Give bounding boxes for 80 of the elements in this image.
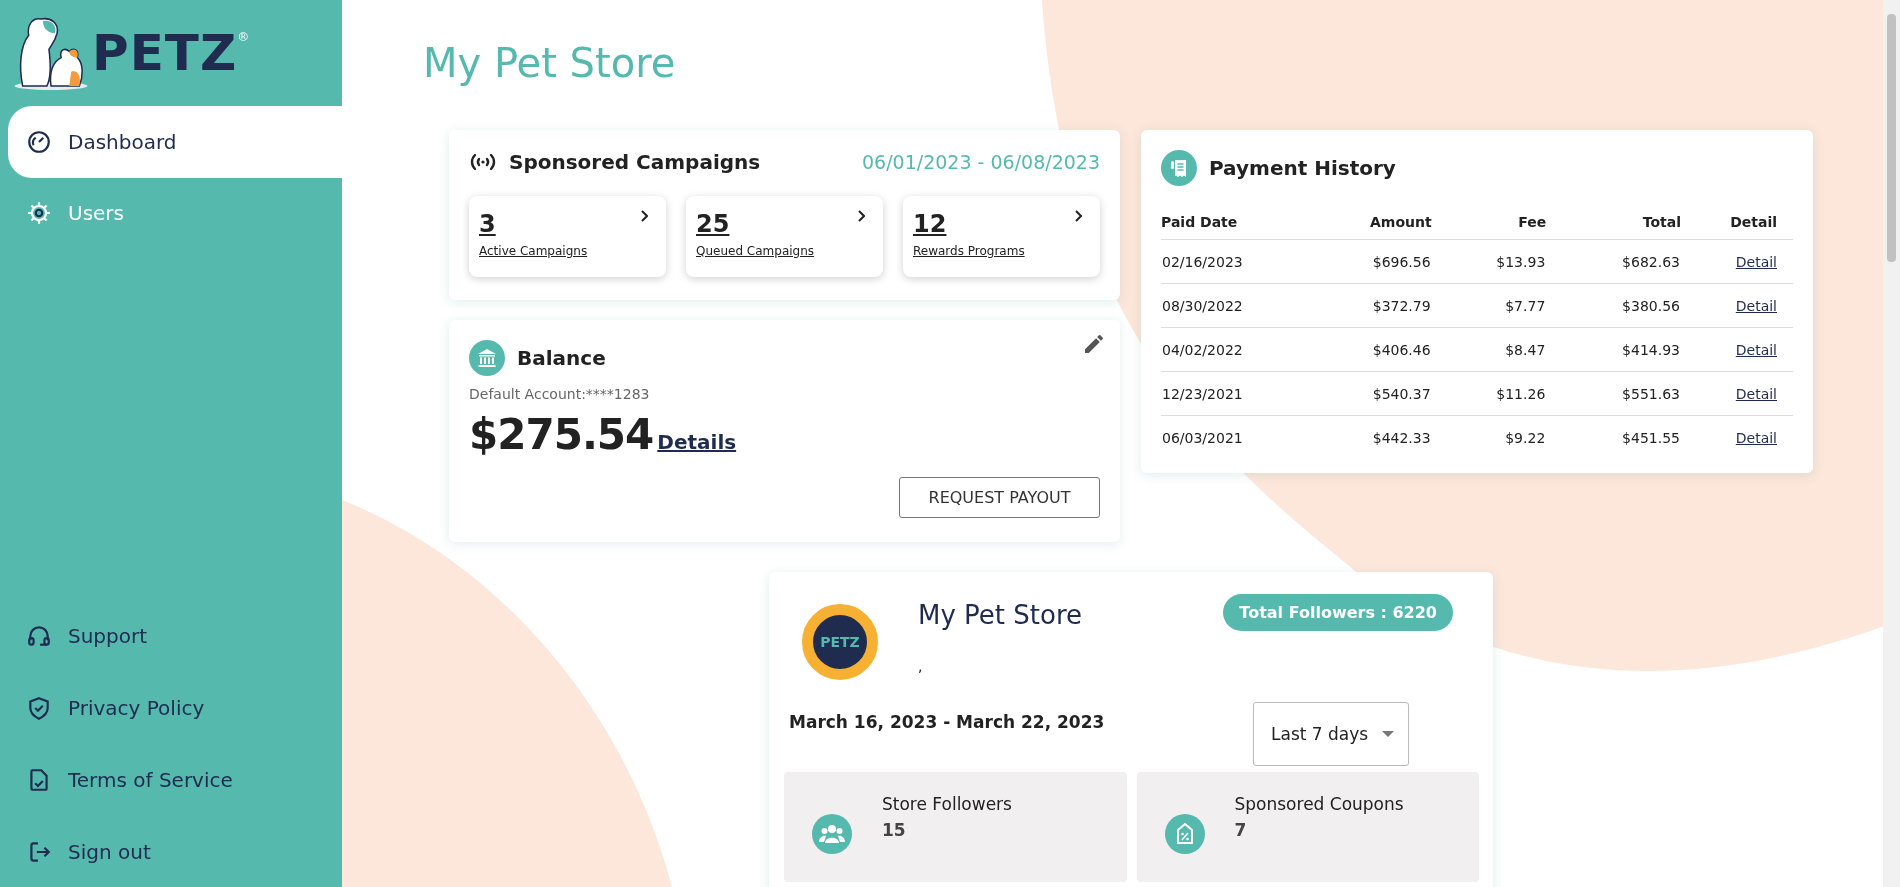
stat-value: 15 xyxy=(882,820,907,840)
headset-icon xyxy=(26,623,52,649)
edit-icon[interactable] xyxy=(1082,332,1106,356)
gear-icon xyxy=(26,200,52,226)
table-cell: $11.26 xyxy=(1431,371,1547,416)
scrollbar[interactable] xyxy=(1883,0,1900,887)
store-badge-logo: PETZ xyxy=(802,604,878,680)
page-title: My Pet Store xyxy=(423,40,677,86)
tile-label: Rewards Programs xyxy=(913,244,1025,258)
stat-value: 7 xyxy=(1234,820,1248,840)
column-header: Paid Date xyxy=(1161,206,1293,240)
table-cell: $540.37 xyxy=(1293,371,1432,416)
table-cell: 06/03/2021 xyxy=(1161,415,1293,459)
detail-link[interactable]: Detail xyxy=(1735,297,1777,314)
registered-mark: ® xyxy=(237,30,250,44)
balance-amount: $275.54 xyxy=(469,410,654,459)
broadcast-icon xyxy=(469,152,497,172)
table-cell: $406.46 xyxy=(1293,327,1432,372)
detail-link[interactable]: Detail xyxy=(1735,253,1777,270)
column-header: Total xyxy=(1546,206,1681,240)
coupon-tag-icon xyxy=(1164,814,1205,854)
table-cell: $696.56 xyxy=(1293,239,1432,284)
table-cell: $8.47 xyxy=(1431,327,1547,372)
detail-link[interactable]: Detail xyxy=(1735,341,1777,358)
chevron-right-icon xyxy=(857,210,865,222)
tile-label: Queued Campaigns xyxy=(696,244,815,258)
shield-check-icon xyxy=(26,695,52,721)
people-icon xyxy=(812,814,852,854)
tile-count: 12 xyxy=(913,210,947,238)
column-header: Fee xyxy=(1431,206,1547,240)
campaign-tile[interactable]: 25 Queued Campaigns xyxy=(686,196,883,277)
table-cell: 04/02/2022 xyxy=(1161,327,1293,372)
card-title: Balance xyxy=(517,346,606,370)
brand-name: PETZ xyxy=(92,24,238,82)
campaign-tile[interactable]: 3 Active Campaigns xyxy=(469,196,666,277)
table-cell: $682.63 xyxy=(1546,239,1681,284)
table-cell: $451.55 xyxy=(1546,415,1681,459)
table-cell: $372.79 xyxy=(1293,283,1432,328)
receipt-icon xyxy=(1161,150,1197,186)
date-range: March 16, 2023 - March 22, 2023 xyxy=(789,712,1105,732)
account-number: Default Account:****1283 xyxy=(469,386,651,402)
table-cell: $380.56 xyxy=(1546,283,1681,328)
total-followers-badge: Total Followers : 6220 xyxy=(1223,594,1453,631)
date-range: 06/01/2023 - 06/08/2023 xyxy=(862,151,1100,173)
period-dropdown[interactable]: Last 7 days xyxy=(1253,702,1409,766)
table-cell: $414.93 xyxy=(1546,327,1681,372)
nav-item[interactable]: Support xyxy=(0,601,342,671)
campaign-tile[interactable]: 12 Rewards Programs xyxy=(903,196,1100,277)
tile-count: 3 xyxy=(479,210,496,238)
bank-icon xyxy=(469,340,505,376)
card-title: Sponsored Campaigns xyxy=(509,150,761,174)
detail-link[interactable]: Detail xyxy=(1735,385,1777,402)
chevron-right-icon xyxy=(1074,210,1082,222)
table-cell: 08/30/2022 xyxy=(1161,283,1293,328)
table-cell: $13.93 xyxy=(1431,239,1547,284)
table-cell: 12/23/2021 xyxy=(1161,371,1293,416)
stat-label: Sponsored Coupons xyxy=(1234,794,1404,814)
card-title: Payment History xyxy=(1209,156,1396,180)
store-subtitle: , xyxy=(918,658,924,674)
table-cell: $7.77 xyxy=(1431,283,1547,328)
detail-link[interactable]: Detail xyxy=(1735,429,1777,446)
table-cell: 02/16/2023 xyxy=(1161,239,1293,284)
nav-item[interactable]: Sign out xyxy=(0,817,342,887)
stat-label: Store Followers xyxy=(882,794,1012,814)
tile-label: Active Campaigns xyxy=(479,244,588,258)
details-link[interactable]: Details xyxy=(657,430,737,454)
table-cell: $442.33 xyxy=(1293,415,1432,459)
store-name: My Pet Store xyxy=(918,600,1083,630)
table-cell: $551.63 xyxy=(1546,371,1681,416)
tile-count: 25 xyxy=(696,210,730,238)
nav-item[interactable]: Dashboard xyxy=(8,106,342,178)
chevron-right-icon xyxy=(640,210,648,222)
nav-item[interactable]: Terms of Service xyxy=(0,745,342,815)
column-header: Detail xyxy=(1681,206,1793,240)
gauge-icon xyxy=(26,129,52,155)
caret-icon xyxy=(1382,731,1395,737)
nav-item[interactable]: Privacy Policy xyxy=(0,673,342,743)
request-payout-button[interactable]: REQUEST PAYOUT xyxy=(899,477,1100,518)
table-cell: $9.22 xyxy=(1431,415,1547,459)
column-header: Amount xyxy=(1293,206,1432,240)
